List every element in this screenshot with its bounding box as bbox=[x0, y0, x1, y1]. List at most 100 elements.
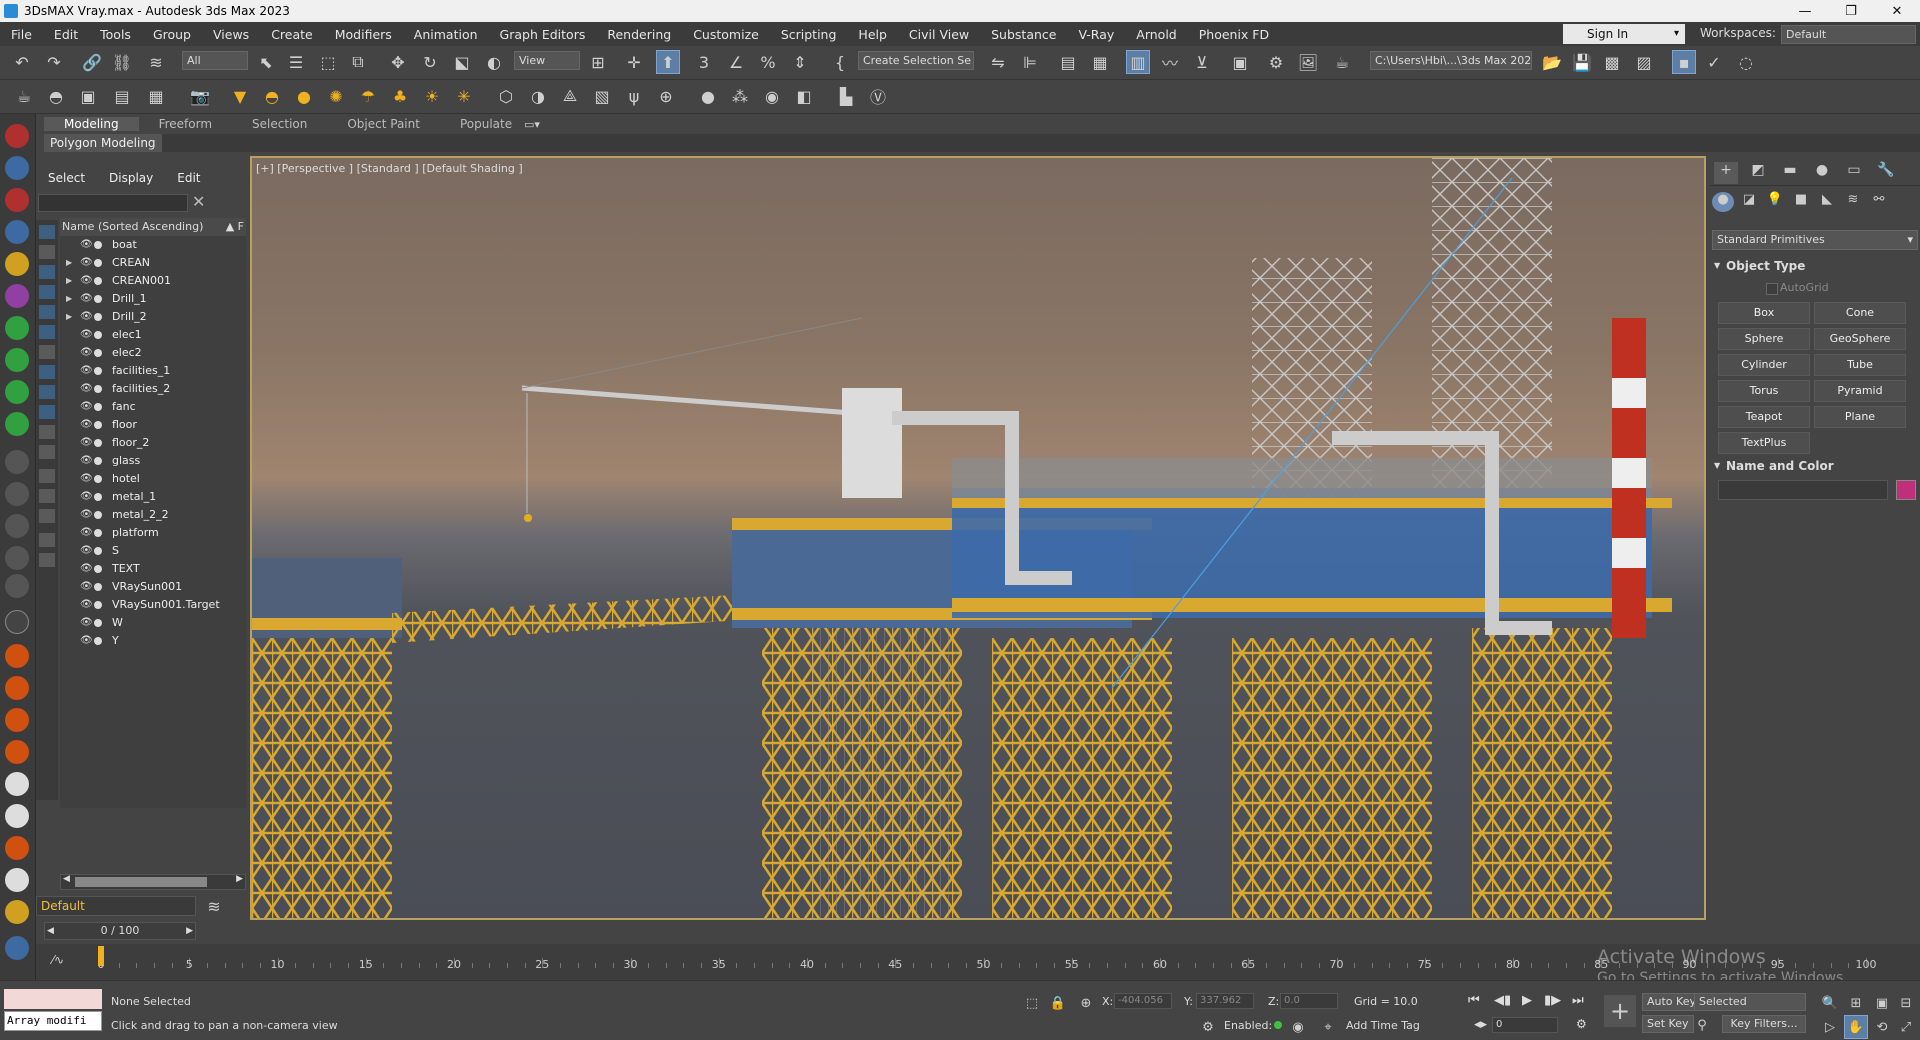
scene-object-row[interactable]: 👁 floor bbox=[60, 416, 246, 434]
space-warp-icon[interactable] bbox=[5, 316, 29, 340]
primitive-type-dropdown[interactable]: Standard Primitives bbox=[1712, 230, 1918, 250]
filter-funnel-icon[interactable] bbox=[38, 532, 56, 548]
expand-arrow-icon[interactable]: ▶ bbox=[66, 254, 72, 272]
visibility-eye-icon[interactable]: 👁 bbox=[80, 380, 93, 398]
spinner-snap-icon[interactable]: ⇕ bbox=[788, 50, 812, 74]
spacewarps-category-icon[interactable]: ≋ bbox=[1842, 192, 1864, 212]
filter-groups-icon[interactable] bbox=[38, 344, 56, 360]
visibility-eye-icon[interactable]: 👁 bbox=[80, 398, 93, 416]
save-icon[interactable]: ▪ bbox=[1672, 50, 1696, 74]
pivot-center-icon[interactable]: ⊞ bbox=[586, 50, 610, 74]
scene-menu-edit[interactable]: Edit bbox=[165, 171, 212, 185]
fire-3-icon[interactable] bbox=[5, 708, 29, 732]
scene-object-row[interactable]: 👁 fanc bbox=[60, 398, 246, 416]
menu-item-scripting[interactable]: Scripting bbox=[770, 27, 848, 42]
placement-icon[interactable]: ◐ bbox=[482, 50, 506, 74]
primitive-textplus-button[interactable]: TextPlus bbox=[1718, 432, 1810, 454]
scene-object-row[interactable]: 👁 metal_2_2 bbox=[60, 506, 246, 524]
scene-object-row[interactable]: ▶ 👁 CREAN001 bbox=[60, 272, 246, 290]
set-key-button[interactable]: Set Key bbox=[1642, 1015, 1694, 1033]
angle-snap-icon[interactable]: ∠ bbox=[724, 50, 748, 74]
reference-coordinate-dropdown[interactable]: View bbox=[514, 51, 580, 70]
frame-slider[interactable]: ◀ 0 / 100 ▶ bbox=[44, 922, 196, 940]
menu-icon[interactable] bbox=[5, 610, 29, 634]
sync-icon[interactable]: ◌ bbox=[1734, 50, 1758, 74]
percent-snap-icon[interactable]: % bbox=[756, 50, 780, 74]
isolate-selection-icon[interactable]: ⬚ bbox=[1020, 991, 1044, 1015]
asset-tracking-icon[interactable]: ▨ bbox=[1632, 50, 1656, 74]
light-ies-icon[interactable]: ✺ bbox=[324, 84, 348, 108]
scrollbar-thumb[interactable] bbox=[75, 877, 207, 887]
freeze-dot-icon[interactable] bbox=[94, 367, 102, 375]
freeze-dot-icon[interactable] bbox=[94, 529, 102, 537]
redo-icon[interactable]: ↷ bbox=[42, 50, 66, 74]
select-by-name-icon[interactable]: ☰ bbox=[284, 50, 308, 74]
arnold-lights-icon[interactable]: ⁂ bbox=[728, 84, 752, 108]
scene-object-row[interactable]: 👁 platform bbox=[60, 524, 246, 542]
scene-object-row[interactable]: 👁 facilities_1 bbox=[60, 362, 246, 380]
project-folder-dropdown[interactable]: C:\Users\Hbi\...\3ds Max 2023 bbox=[1370, 51, 1532, 70]
time-cursor[interactable] bbox=[98, 946, 104, 966]
visibility-eye-icon[interactable]: 👁 bbox=[80, 434, 93, 452]
snaps-toggle-icon[interactable]: 3 bbox=[692, 50, 716, 74]
move-tool-icon[interactable] bbox=[5, 348, 29, 372]
key-mode-dropdown[interactable]: Selected bbox=[1694, 993, 1806, 1011]
name-column-header[interactable]: Name (Sorted Ascending) ▲ F bbox=[60, 218, 246, 236]
visibility-eye-icon[interactable]: 👁 bbox=[80, 290, 93, 308]
material-editor-icon[interactable]: ▣ bbox=[1228, 50, 1252, 74]
light-plane-icon[interactable]: ▼ bbox=[228, 84, 252, 108]
rectangular-selection-icon[interactable]: ⬚ bbox=[316, 50, 340, 74]
filter-shapes-icon[interactable] bbox=[38, 244, 56, 260]
filter-invert-icon[interactable] bbox=[38, 508, 56, 524]
systems-category-icon[interactable]: ⚯ bbox=[1868, 192, 1890, 212]
phoenix-icon[interactable]: ▙ bbox=[834, 84, 858, 108]
unlink-icon[interactable]: ⛓ bbox=[110, 50, 134, 74]
menu-item-views[interactable]: Views bbox=[202, 27, 260, 42]
scene-menu-select[interactable]: Select bbox=[36, 171, 97, 185]
menu-item-modifiers[interactable]: Modifiers bbox=[324, 27, 403, 42]
named-selection-dropdown[interactable]: Create Selection Se bbox=[858, 51, 974, 70]
scene-object-row[interactable]: 👁 S bbox=[60, 542, 246, 560]
visibility-eye-icon[interactable]: 👁 bbox=[80, 506, 93, 524]
visibility-eye-icon[interactable]: 👁 bbox=[80, 614, 93, 632]
freeze-dot-icon[interactable] bbox=[94, 241, 102, 249]
visibility-eye-icon[interactable]: 👁 bbox=[80, 524, 93, 542]
field-of-view-icon[interactable]: ▷ bbox=[1818, 1015, 1842, 1039]
filter-none-icon[interactable] bbox=[38, 488, 56, 504]
group-icon[interactable] bbox=[5, 220, 29, 244]
primitive-box-button[interactable]: Box bbox=[1718, 302, 1810, 324]
clear-search-icon[interactable]: ✕ bbox=[192, 192, 205, 211]
visibility-eye-icon[interactable]: 👁 bbox=[80, 272, 93, 290]
light-dome-icon[interactable]: ◓ bbox=[260, 84, 284, 108]
layer-explorer-icon[interactable]: ▤ bbox=[1056, 50, 1080, 74]
keyboard-shortcut-override-icon[interactable]: ⬆ bbox=[656, 50, 680, 74]
primitive-cylinder-button[interactable]: Cylinder bbox=[1718, 354, 1810, 376]
object-type-rollout[interactable]: Object Type bbox=[1712, 256, 1918, 276]
filter-frozen-icon[interactable] bbox=[38, 424, 56, 440]
teapot-render-icon[interactable]: ☕ bbox=[12, 84, 36, 108]
zoom-extents-all-icon[interactable]: ⊟ bbox=[1894, 991, 1918, 1015]
current-frame-field[interactable]: 0 bbox=[1492, 1017, 1558, 1033]
primitive-torus-button[interactable]: Torus bbox=[1718, 380, 1810, 402]
scene-search-input[interactable] bbox=[38, 194, 188, 212]
scene-object-row[interactable]: 👁 VRaySun001.Target bbox=[60, 596, 246, 614]
display-tab-icon[interactable]: ▭ bbox=[1842, 162, 1866, 184]
freeze-dot-icon[interactable] bbox=[94, 349, 102, 357]
add-time-tag[interactable]: Add Time Tag bbox=[1346, 1019, 1420, 1032]
go-to-start-icon[interactable]: ⏮ bbox=[1468, 993, 1480, 1008]
key-filter-icon[interactable]: ⚲ bbox=[1690, 1013, 1714, 1037]
filter-xrefs-icon[interactable] bbox=[38, 364, 56, 380]
frame-buffer-icon[interactable]: ▣ bbox=[76, 84, 100, 108]
menu-item-substance[interactable]: Substance bbox=[980, 27, 1067, 42]
scene-object-row[interactable]: 👁 Y bbox=[60, 632, 246, 650]
close-icon[interactable]: ✕ bbox=[1874, 0, 1920, 22]
freeze-dot-icon[interactable] bbox=[94, 457, 102, 465]
scene-object-row[interactable]: 👁 hotel bbox=[60, 470, 246, 488]
primitive-sphere-button[interactable]: Sphere bbox=[1718, 328, 1810, 350]
menu-item-arnold[interactable]: Arnold bbox=[1125, 27, 1187, 42]
interactive-render-icon[interactable]: ◓ bbox=[44, 84, 68, 108]
menu-item-phoenix-fd[interactable]: Phoenix FD bbox=[1188, 27, 1280, 42]
freeze-dot-icon[interactable] bbox=[94, 637, 102, 645]
expand-arrow-icon[interactable]: ▶ bbox=[66, 308, 72, 326]
layer-dropdown[interactable]: Default bbox=[36, 896, 196, 916]
